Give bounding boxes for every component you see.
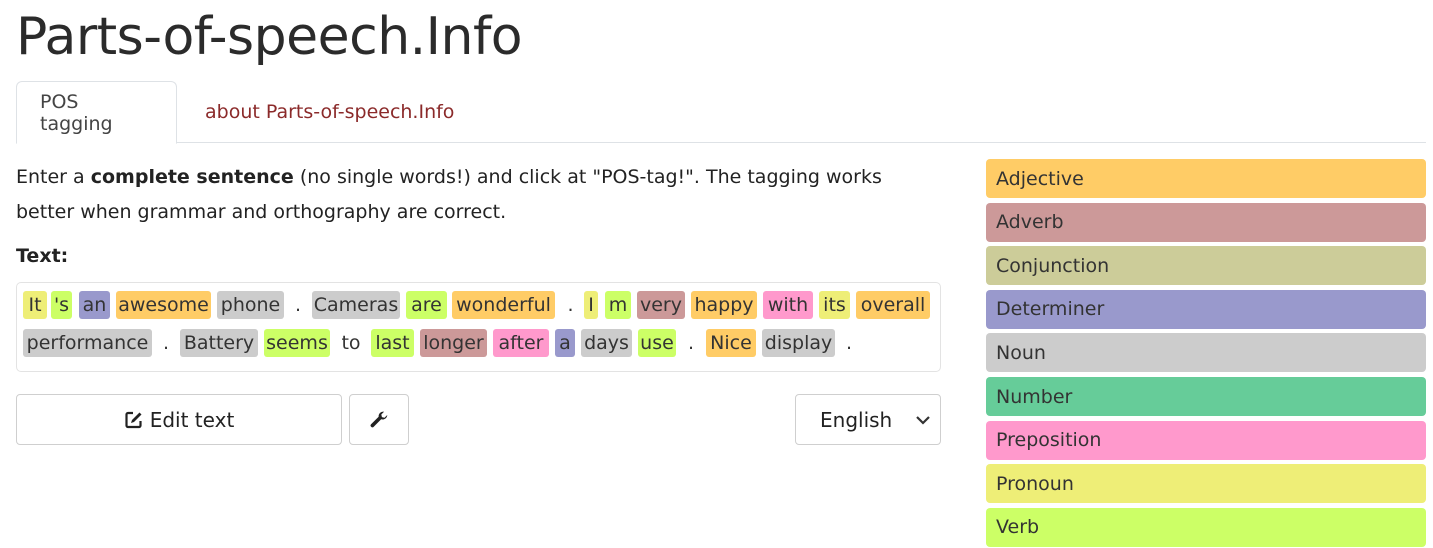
token-prep: with <box>763 291 813 319</box>
token-untagged: to <box>341 332 361 354</box>
legend-item-conj: Conjunction <box>986 246 1426 286</box>
site-title: Parts-of-speech.Info <box>16 7 523 67</box>
token-untagged: . <box>567 294 574 316</box>
token-untagged: . <box>845 332 853 354</box>
legend-item-det: Determiner <box>986 289 1426 329</box>
token-adj: happy <box>691 291 757 319</box>
edit-text-label: Edit text <box>149 407 235 432</box>
token-untagged: . <box>687 332 695 354</box>
token-noun: performance <box>23 329 152 357</box>
legend-item-num: Number <box>986 377 1426 416</box>
tools-button[interactable] <box>349 394 409 445</box>
wrench-icon <box>370 411 388 427</box>
legend-item-verb: Verb <box>986 507 1426 547</box>
tab-about[interactable]: about Parts-of-speech.Info <box>182 81 477 143</box>
token-verb: seems <box>264 329 330 357</box>
token-verb: use <box>638 329 676 357</box>
legend-item-adj: Adjective <box>986 159 1426 198</box>
chevron-down-icon <box>916 416 930 425</box>
instructions-bold: complete sentence <box>90 166 294 188</box>
text-label: Text: <box>16 245 69 267</box>
token-adj: wonderful <box>452 291 555 319</box>
instructions-text-1: Enter a <box>16 166 91 188</box>
legend-item-noun: Noun <box>986 333 1426 373</box>
token-untagged: . <box>294 294 302 316</box>
token-adj: overall <box>856 291 930 319</box>
token-adj: Nice <box>706 329 756 357</box>
token-noun: phone <box>217 291 284 319</box>
language-selected: English <box>820 407 893 432</box>
token-pron: its <box>819 291 850 319</box>
token-pron: It <box>23 291 47 319</box>
instructions: Enter a complete sentence (no single wor… <box>16 160 946 230</box>
token-adv: longer <box>420 329 487 357</box>
token-noun: days <box>581 329 632 357</box>
tagged-text-box: It's an awesome phone. Cameras are wonderful. I… <box>16 282 941 372</box>
token-adj: awesome <box>116 291 211 319</box>
token-verb: last <box>371 329 414 357</box>
tab-pos-tagging[interactable]: POS tagging <box>16 81 177 144</box>
language-select[interactable]: English <box>795 394 941 445</box>
legend-item-prep: Preposition <box>986 420 1426 460</box>
token-untagged: . <box>162 332 170 354</box>
token-noun: Cameras <box>312 291 400 319</box>
token-det: a <box>555 329 575 357</box>
token-noun: display <box>762 329 835 357</box>
legend-item-adv: Adverb <box>986 202 1426 242</box>
edit-text-button[interactable]: Edit text <box>16 394 342 445</box>
token-verb: m <box>605 291 631 319</box>
legend-item-pron: Pronoun <box>986 464 1426 504</box>
token-noun: Battery <box>180 329 258 357</box>
token-prep: after <box>493 329 549 357</box>
tab-bar: POS tagging about Parts-of-speech.Info <box>16 81 1426 144</box>
token-det: an <box>79 291 110 319</box>
edit-icon <box>125 411 142 428</box>
token-adv: very <box>637 291 685 319</box>
token-verb: are <box>406 291 447 319</box>
token-pron: I <box>584 291 598 319</box>
token-verb: 's <box>51 291 72 319</box>
